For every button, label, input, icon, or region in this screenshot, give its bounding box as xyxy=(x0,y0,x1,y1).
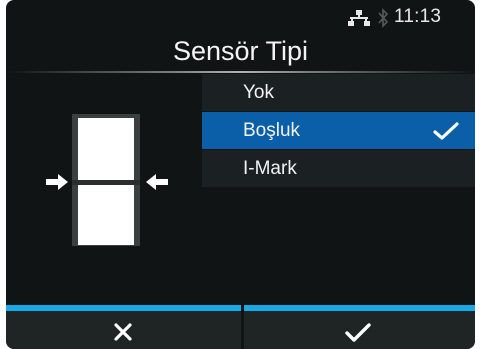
left-sensor-arrow-icon xyxy=(46,174,68,190)
confirm-button[interactable] xyxy=(244,305,475,349)
title-divider xyxy=(6,71,475,73)
gap-sensor-illustration xyxy=(46,114,168,246)
status-bar: 11:13 xyxy=(6,0,475,34)
option-label: Yok xyxy=(243,82,274,103)
network-icon xyxy=(348,10,370,26)
option-label: I-Mark xyxy=(243,158,297,179)
check-icon xyxy=(345,323,371,342)
check-icon xyxy=(433,122,459,140)
cancel-button[interactable] xyxy=(6,305,241,349)
option-label: Boşluk xyxy=(243,120,301,141)
clock: 11:13 xyxy=(394,6,442,27)
footer-buttons xyxy=(6,305,475,349)
sensor-type-options: Yok Boşluk I-Mark xyxy=(202,74,475,188)
bluetooth-icon xyxy=(378,8,389,28)
printer-display: 11:13 Sensör Tipi Yok Boşluk I-Mark xyxy=(6,0,475,349)
right-sensor-arrow-icon xyxy=(146,174,168,190)
page-title: Sensör Tipi xyxy=(172,36,309,66)
option-yok[interactable]: Yok xyxy=(202,74,475,111)
close-icon xyxy=(114,323,132,341)
option-bosluk[interactable]: Boşluk xyxy=(202,112,475,149)
option-i-mark[interactable]: I-Mark xyxy=(202,150,475,187)
